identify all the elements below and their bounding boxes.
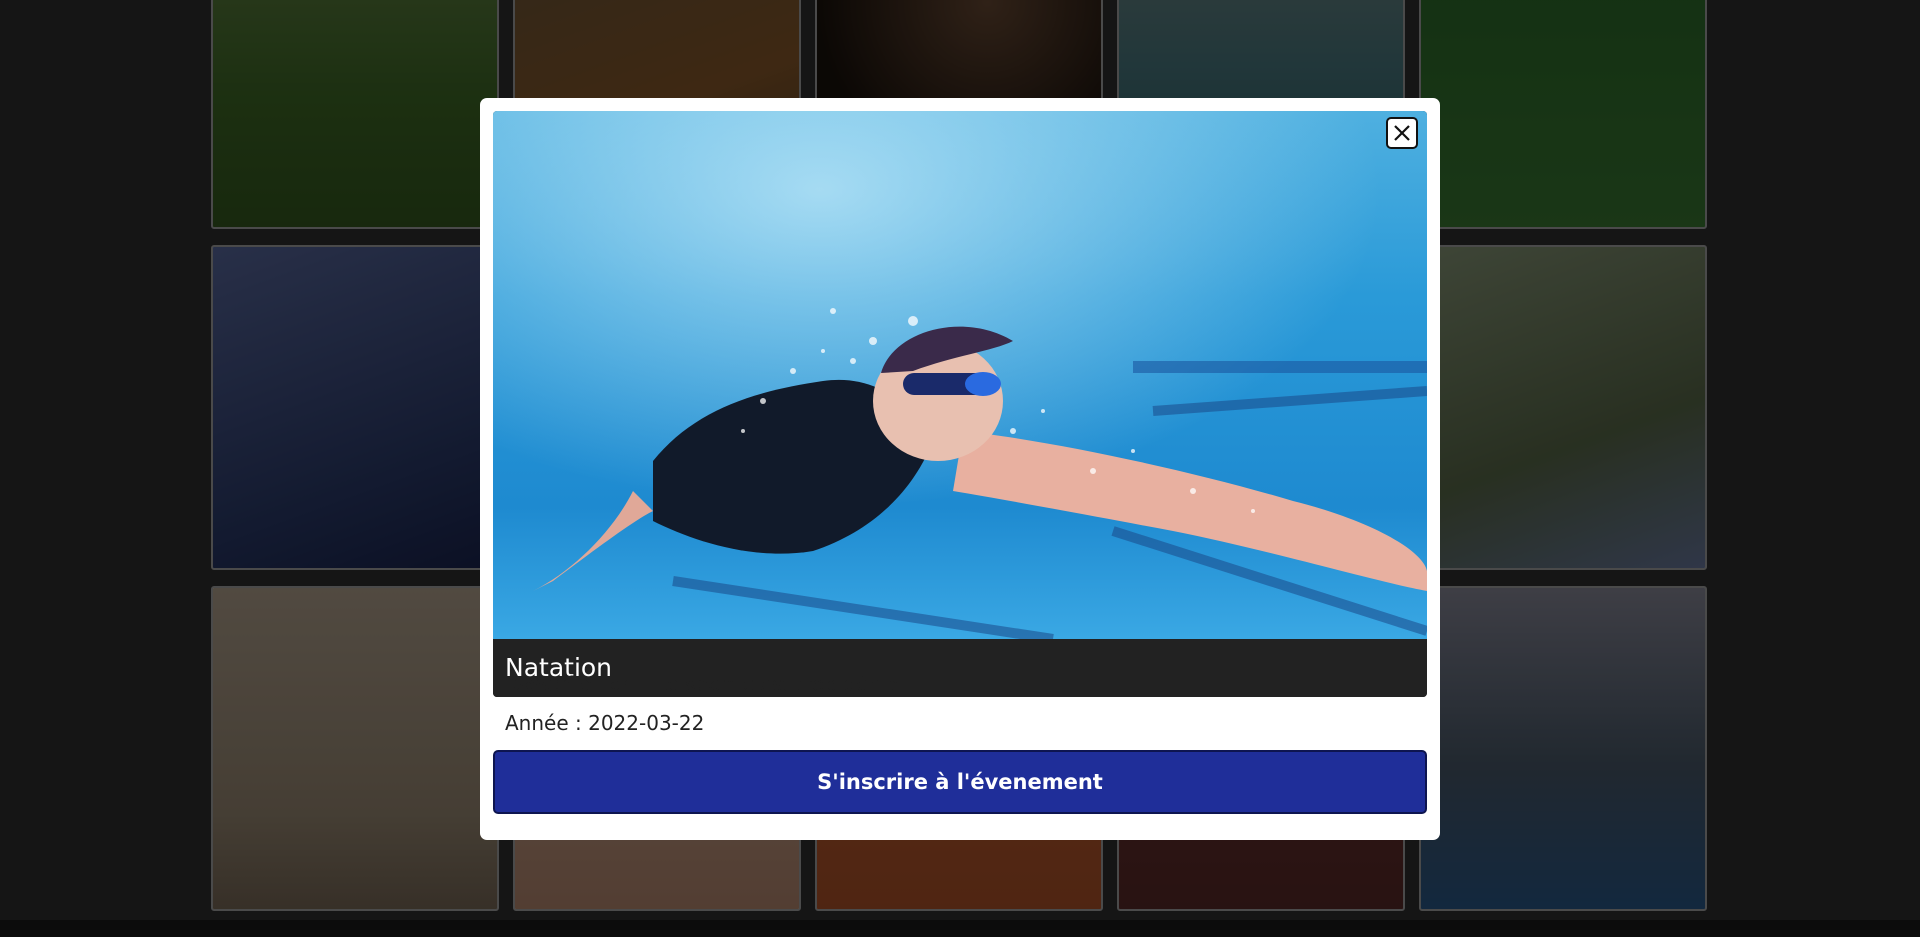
close-icon bbox=[1394, 125, 1410, 141]
swimmer-image bbox=[493, 111, 1427, 644]
modal-overlay: Natation Description : Le sport c'est tr… bbox=[0, 0, 1920, 937]
description-label: Description : bbox=[505, 672, 650, 696]
event-photo: Natation bbox=[493, 111, 1427, 697]
event-year: Année : 2022-03-22 bbox=[505, 711, 704, 735]
year-value: 2022-03-22 bbox=[588, 711, 705, 735]
event-description: Description : Le sport c'est trop génial bbox=[505, 672, 904, 696]
close-button[interactable] bbox=[1386, 117, 1418, 149]
register-button[interactable]: S'inscrire à l'évenement bbox=[493, 750, 1427, 814]
event-modal: Natation Description : Le sport c'est tr… bbox=[480, 98, 1440, 840]
year-label: Année : bbox=[505, 711, 582, 735]
description-value: Le sport c'est trop génial bbox=[655, 672, 905, 696]
